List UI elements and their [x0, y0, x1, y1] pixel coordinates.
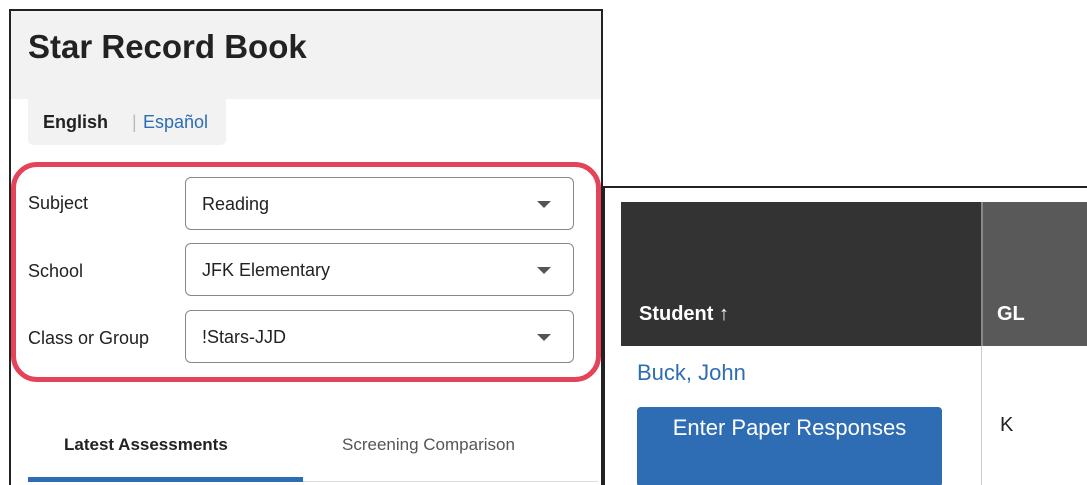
tab-screening-comparison[interactable]: Screening Comparison	[342, 435, 515, 455]
tab-latest-assessments[interactable]: Latest Assessments	[64, 435, 228, 455]
panel-header: Star Record Book	[11, 11, 601, 99]
column-header-gl-label: GL	[997, 303, 1025, 325]
column-header-student[interactable]: Student ↑	[621, 202, 981, 346]
page-title: Star Record Book	[28, 28, 307, 65]
chevron-down-icon	[537, 201, 551, 208]
language-separator: |	[132, 112, 137, 132]
class-or-group-label: Class or Group	[28, 328, 150, 348]
subject-select[interactable]: Reading	[185, 177, 574, 230]
enter-paper-responses-label: Enter Paper Responses	[672, 415, 907, 440]
school-select-value: JFK Elementary	[202, 260, 331, 280]
column-header-student-label: Student ↑	[639, 303, 729, 325]
active-tab-indicator	[28, 477, 303, 482]
subject-label: Subject	[28, 193, 89, 213]
grade-level-value: K	[1000, 414, 1014, 436]
chevron-down-icon	[537, 334, 551, 341]
subject-select-value: Reading	[202, 194, 270, 214]
star-record-book-panel: Star Record Book English | Español Subje…	[9, 9, 603, 485]
class-or-group-select-value: !Stars-JJD	[202, 327, 287, 347]
class-or-group-select[interactable]: !Stars-JJD	[185, 310, 574, 363]
student-name-link[interactable]: Buck, John	[637, 360, 746, 386]
column-header-gl[interactable]: GL	[981, 202, 1087, 346]
language-switcher: English | Español	[28, 99, 226, 145]
school-select[interactable]: JFK Elementary	[185, 243, 574, 296]
chevron-down-icon	[537, 267, 551, 274]
school-label: School	[28, 261, 84, 281]
enter-paper-responses-button[interactable]: Enter Paper Responses	[637, 407, 942, 485]
language-spanish-link[interactable]: Español	[143, 112, 208, 133]
column-divider	[981, 346, 982, 485]
language-english[interactable]: English	[43, 112, 108, 133]
student-grid: Student ↑ GL Buck, John Enter Paper Resp…	[603, 186, 1087, 485]
